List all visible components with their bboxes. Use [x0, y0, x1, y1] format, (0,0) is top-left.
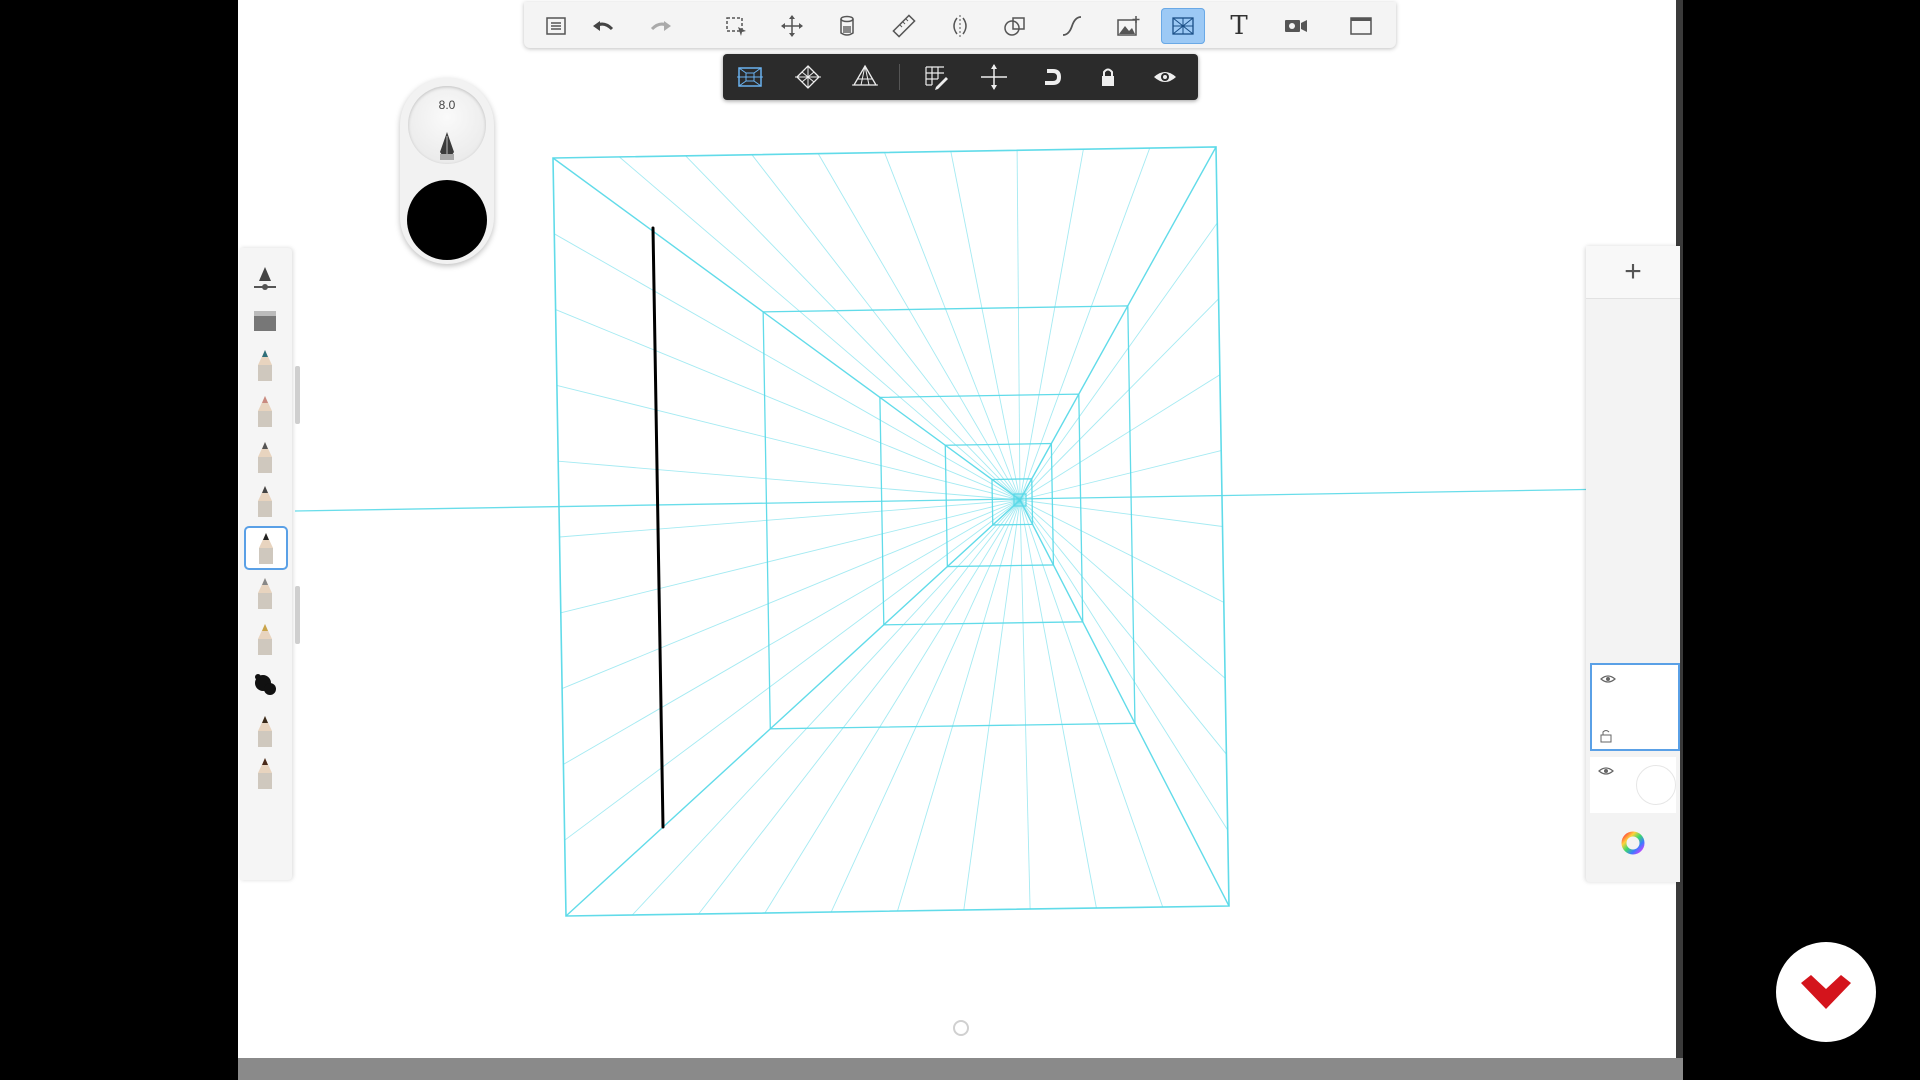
color-editor-button[interactable] — [1586, 814, 1680, 872]
snap-icon[interactable] — [1033, 61, 1069, 93]
time-lapse-icon[interactable] — [1278, 8, 1314, 44]
stroke-icon[interactable] — [1054, 8, 1090, 44]
ballpoint-pen-icon[interactable] — [244, 526, 288, 570]
ruler-icon[interactable] — [886, 8, 922, 44]
brand-logo — [1776, 942, 1876, 1042]
bottom-bar — [238, 1058, 1683, 1080]
ballpoint-pen-icon — [440, 132, 454, 160]
palette-handle[interactable] — [295, 586, 300, 644]
perspective-guide-icon[interactable] — [1161, 8, 1205, 44]
background-color-swatch[interactable] — [1636, 765, 1676, 805]
paint-tip-icon[interactable] — [244, 710, 286, 752]
redo-icon[interactable] — [643, 8, 679, 44]
paintbrush-icon[interactable] — [244, 618, 286, 660]
brush-size-value: 8.0 — [438, 98, 456, 112]
calligraphy-tip-icon[interactable] — [244, 752, 286, 794]
pencil-icon[interactable] — [244, 344, 286, 386]
layer-visibility-icon[interactable] — [1598, 763, 1614, 779]
main-toolbar: T — [524, 2, 1396, 48]
brush-size-control[interactable]: 8.0 — [408, 86, 486, 164]
toolbar-divider — [899, 64, 900, 90]
pencil-pink-icon[interactable] — [244, 390, 286, 432]
marker-icon[interactable] — [244, 436, 286, 478]
three-point-perspective-icon[interactable] — [847, 61, 883, 93]
lock-icon[interactable] — [1090, 61, 1126, 93]
import-image-icon[interactable] — [1110, 8, 1146, 44]
add-layer-button[interactable]: + — [1586, 246, 1680, 299]
brush-color-swatch[interactable] — [407, 180, 487, 260]
text-icon[interactable]: T — [1221, 8, 1257, 44]
visibility-icon[interactable] — [1147, 61, 1183, 93]
edit-grid-icon[interactable] — [918, 61, 954, 93]
two-point-perspective-icon[interactable] — [790, 61, 826, 93]
text-tool-label: T — [1230, 11, 1248, 41]
palette-handle[interactable] — [295, 366, 300, 424]
eraser-icon[interactable] — [244, 298, 286, 340]
layer-lock-icon[interactable] — [1600, 729, 1612, 743]
airbrush-icon[interactable] — [244, 572, 286, 614]
home-indicator — [953, 1020, 969, 1036]
felt-tip-icon[interactable] — [244, 480, 286, 522]
symmetry-icon[interactable] — [942, 8, 978, 44]
transform-icon[interactable] — [774, 8, 810, 44]
perspective-toolbar — [723, 54, 1198, 100]
smudge-icon[interactable] — [244, 664, 286, 706]
layer-panel: + — [1586, 246, 1680, 882]
fullscreen-icon[interactable] — [1343, 8, 1379, 44]
color-wheel-icon — [1621, 831, 1645, 855]
layer-1[interactable] — [1590, 663, 1680, 751]
fill-icon[interactable] — [829, 8, 865, 44]
shape-guide-icon[interactable] — [997, 8, 1033, 44]
brush-library-icon[interactable] — [538, 8, 574, 44]
brush-properties-icon[interactable] — [244, 258, 286, 300]
layer-visibility-icon[interactable] — [1600, 671, 1616, 687]
undo-icon[interactable] — [585, 8, 621, 44]
background-layer[interactable] — [1590, 757, 1676, 813]
brush-palette — [240, 248, 292, 880]
one-point-perspective-icon[interactable] — [732, 61, 768, 93]
horizon-icon[interactable] — [976, 61, 1012, 93]
brush-puck[interactable]: 8.0 — [400, 78, 494, 264]
selection-icon[interactable] — [718, 8, 754, 44]
